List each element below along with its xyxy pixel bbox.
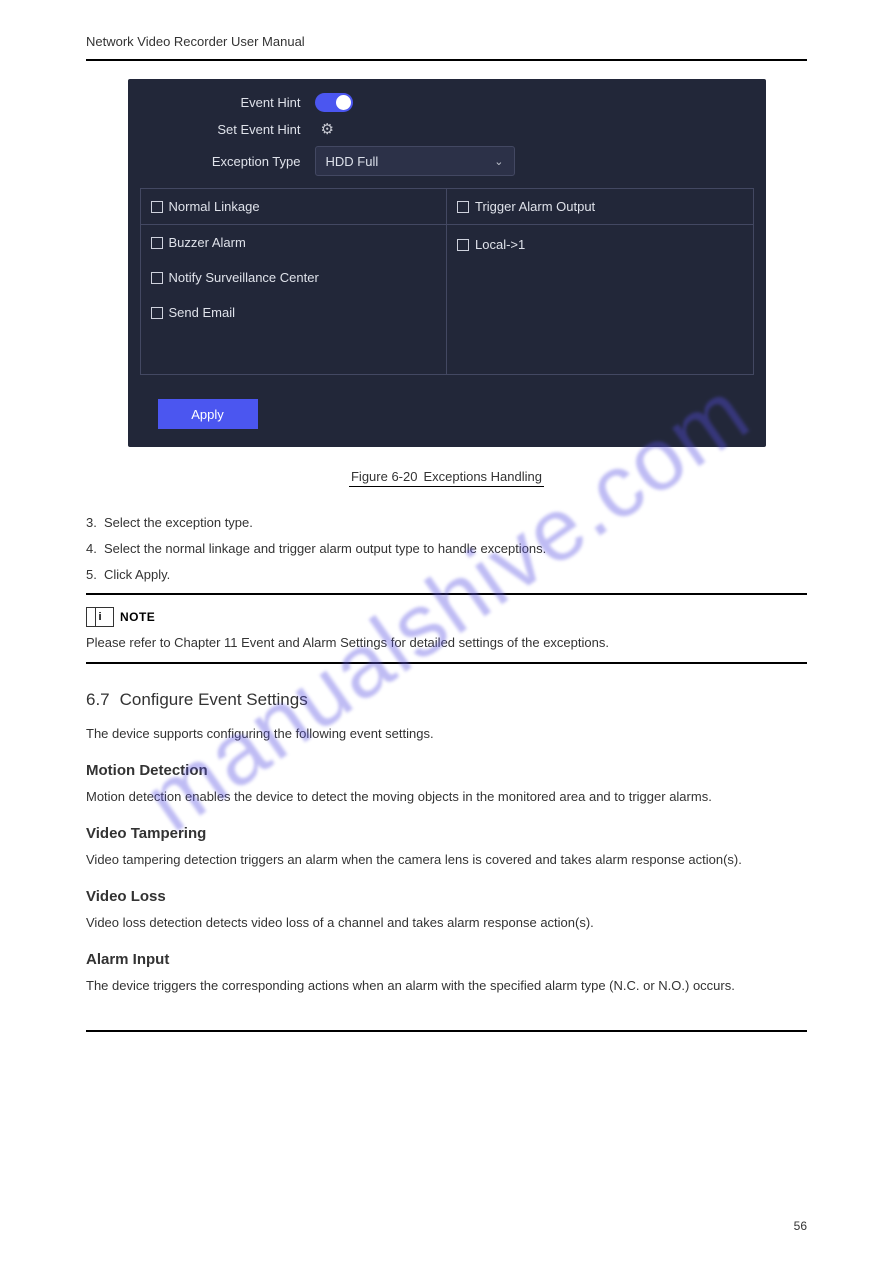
- exceptions-screenshot: Event Hint Set Event Hint ⚙ Exception Ty…: [128, 79, 766, 447]
- alarminput-text: The device triggers the corresponding ac…: [0, 976, 893, 996]
- step-3: 3.Select the exception type.: [86, 513, 807, 533]
- chevron-down-icon: ⌄: [494, 155, 503, 168]
- toggle-knob: [336, 95, 351, 110]
- note-label: NOTE: [120, 610, 155, 624]
- tampering-text: Video tampering detection triggers an al…: [0, 850, 893, 870]
- step-5: 5.Click Apply.: [86, 565, 807, 585]
- note-text: Please refer to Chapter 11 Event and Ala…: [0, 633, 893, 653]
- section-intro: The device supports configuring the foll…: [0, 724, 893, 744]
- checkbox-icon[interactable]: [457, 239, 469, 251]
- note-icon: i: [86, 607, 114, 627]
- subheading-tampering: Video Tampering: [0, 825, 893, 842]
- event-hint-label: Event Hint: [140, 95, 315, 110]
- divider: [86, 1030, 807, 1032]
- subheading-motion: Motion Detection: [0, 762, 893, 779]
- section-heading: 6.7Configure Event Settings: [0, 690, 893, 710]
- notify-surveillance-option[interactable]: Notify Surveillance Center: [141, 260, 447, 295]
- checkbox-icon[interactable]: [151, 307, 163, 319]
- checkbox-icon[interactable]: [151, 201, 163, 213]
- videoloss-text: Video loss detection detects video loss …: [0, 913, 893, 933]
- step-4: 4.Select the normal linkage and trigger …: [86, 539, 807, 559]
- apply-button[interactable]: Apply: [158, 399, 258, 429]
- trigger-alarm-output-header[interactable]: Trigger Alarm Output: [447, 189, 754, 225]
- exception-type-label: Exception Type: [140, 154, 315, 169]
- buzzer-alarm-option[interactable]: Buzzer Alarm: [141, 225, 447, 260]
- subheading-alarminput: Alarm Input: [0, 951, 893, 968]
- exception-type-value: HDD Full: [326, 154, 379, 169]
- checkbox-icon[interactable]: [151, 237, 163, 249]
- linkage-table: Normal Linkage Trigger Alarm Output Buzz…: [140, 188, 754, 375]
- send-email-option[interactable]: Send Email: [141, 295, 447, 330]
- event-hint-toggle[interactable]: [315, 93, 353, 112]
- gear-icon[interactable]: ⚙: [321, 120, 334, 138]
- local-1-option[interactable]: Local->1: [457, 237, 743, 252]
- divider: [86, 593, 807, 595]
- set-event-hint-label: Set Event Hint: [140, 122, 315, 137]
- subheading-videoloss: Video Loss: [0, 888, 893, 905]
- page-number: 56: [794, 1219, 807, 1233]
- divider: [86, 59, 807, 61]
- divider: [86, 662, 807, 664]
- normal-linkage-header[interactable]: Normal Linkage: [140, 189, 447, 225]
- page-header-title: Network Video Recorder User Manual: [0, 0, 893, 49]
- checkbox-icon[interactable]: [457, 201, 469, 213]
- exception-type-select[interactable]: HDD Full ⌄: [315, 146, 515, 176]
- figure-caption: Figure 6-20Exceptions Handling: [349, 469, 544, 487]
- checkbox-icon[interactable]: [151, 272, 163, 284]
- motion-text: Motion detection enables the device to d…: [0, 787, 893, 807]
